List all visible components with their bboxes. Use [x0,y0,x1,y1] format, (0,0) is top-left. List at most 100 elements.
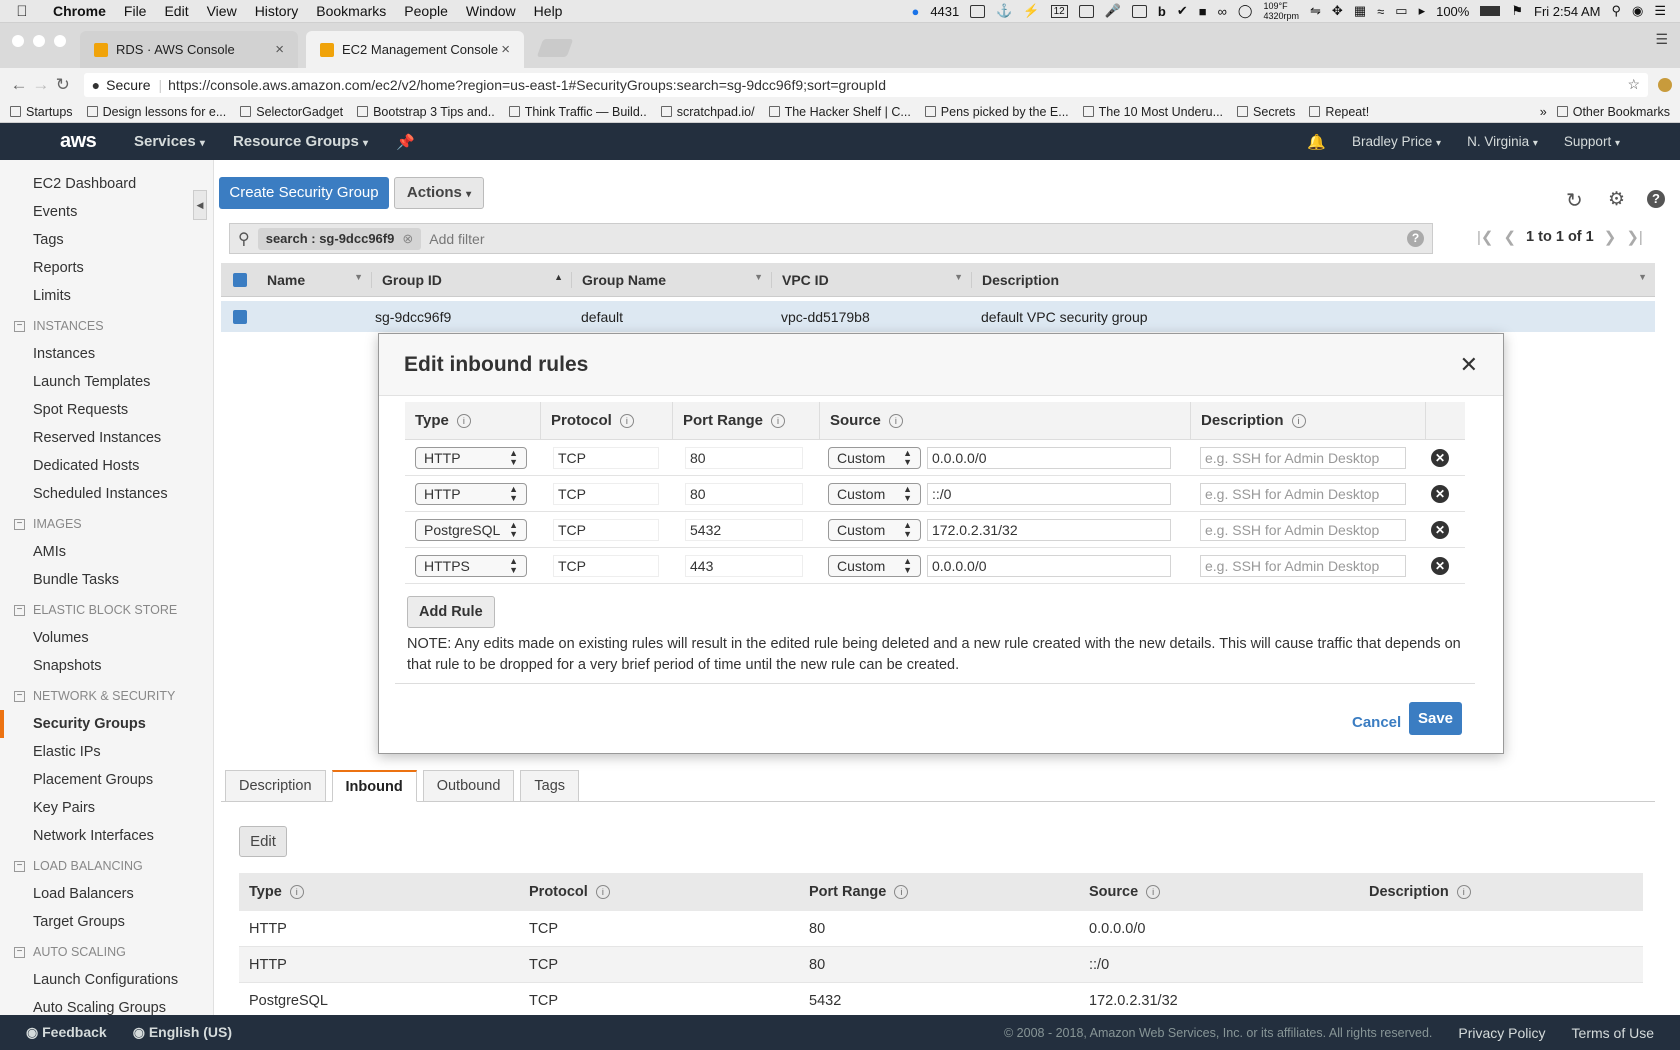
bookmark-star-icon[interactable]: ☆ [1628,76,1641,93]
sidebar-section-load-balancing[interactable]: − LOAD BALANCING [0,852,213,880]
source-mode-select[interactable]: Custom ▲ ▼ [828,482,921,505]
delete-rule-icon[interactable]: ✕ [1431,448,1449,467]
lock-icon[interactable]: ■ [1199,4,1207,19]
sort-icon[interactable]: ▼ [354,272,363,282]
support-menu[interactable]: Support ▾ [1564,134,1620,149]
sort-asc-icon[interactable]: ▲ [554,272,563,282]
help-icon[interactable]: ? [1647,190,1665,208]
sidebar-item-spot-requests[interactable]: Spot Requests [0,396,213,424]
sidebar-item-placement-groups[interactable]: Placement Groups [0,766,213,794]
back-icon[interactable]: ← [8,75,30,95]
collapse-sidebar-button[interactable]: ◀ [193,190,207,220]
collapse-section-icon[interactable]: − [14,320,25,332]
feedback-link[interactable]: ◉ Feedback [26,1024,107,1041]
memory-icon[interactable]: ▦ [1354,3,1366,19]
source-mode-select[interactable]: Custom ▲ ▼ [828,446,921,469]
sidebar-item-scheduled-instances[interactable]: Scheduled Instances [0,480,213,508]
maximize-window-button[interactable] [54,35,66,47]
info-icon[interactable]: i [888,413,903,428]
description-input[interactable]: e.g. SSH for Admin Desktop [1200,518,1406,541]
browser-tab-rds[interactable]: RDS · AWS Console × [80,31,298,68]
close-tab-icon[interactable]: × [501,41,510,58]
info-icon[interactable]: i [894,885,909,900]
notification-center-icon[interactable]: ☰ [1654,3,1666,19]
sidebar-item-launch-configurations[interactable]: Launch Configurations [0,966,213,994]
source-mode-select[interactable]: Custom ▲ ▼ [828,518,921,541]
refresh-icon[interactable]: ↻ [1566,188,1583,213]
calendar-icon[interactable]: 12 [1050,4,1068,18]
select-all-checkbox[interactable] [233,272,247,287]
info-icon[interactable]: i [619,413,634,428]
sidebar-section-ebs[interactable]: − ELASTIC BLOCK STORE [0,596,213,624]
battery-icon[interactable] [1480,6,1501,16]
bell-icon[interactable]: 🔔 [1307,133,1326,151]
monitor-icon[interactable] [1131,4,1147,18]
resource-groups-menu[interactable]: Resource Groups ▾ [219,133,382,150]
actions-button[interactable]: Actions ▾ [394,177,484,209]
bold-b-icon[interactable]: b [1158,4,1166,19]
profile-menu-icon[interactable]: ☰ [1655,31,1668,48]
sidebar-item-dedicated-hosts[interactable]: Dedicated Hosts [0,452,213,480]
collapse-section-icon[interactable]: − [14,860,25,872]
sidebar-section-images[interactable]: − IMAGES [0,510,213,538]
delete-rule-icon[interactable]: ✕ [1431,556,1449,575]
more-bookmarks-chevron-icon[interactable]: » [1540,105,1547,119]
bookmark-design-lessons[interactable]: Design lessons for e... [86,105,226,119]
info-icon[interactable]: i [595,885,610,900]
region-menu[interactable]: N. Virginia ▾ [1467,134,1538,149]
sidebar-item-volumes[interactable]: Volumes [0,624,213,652]
close-window-button[interactable] [12,35,24,47]
sidebar-item-reports[interactable]: Reports [0,254,213,282]
flag-icon[interactable]: ⚑ [1511,3,1523,19]
tab-description[interactable]: Description [225,770,326,802]
cancel-button[interactable]: Cancel [1352,714,1401,731]
col-vpc-id[interactable]: VPC ID ▼ [771,271,971,288]
info-icon[interactable]: i [289,885,304,900]
sidebar-section-instances[interactable]: − INSTANCES [0,312,213,340]
siri-icon[interactable]: ◉ [1632,3,1643,19]
first-page-icon[interactable]: |❮ [1477,228,1493,246]
circle-icon[interactable]: ◯ [1238,3,1253,19]
prev-page-icon[interactable]: ❮ [1503,228,1516,246]
remove-filter-icon[interactable]: ⊗ [402,231,413,247]
app-icon[interactable] [1078,4,1094,18]
info-icon[interactable]: i [771,413,786,428]
terms-of-use-link[interactable]: Terms of Use [1572,1025,1654,1041]
info-icon[interactable]: i [1291,413,1306,428]
port-range-input[interactable]: 80 [685,446,803,469]
edit-button[interactable]: Edit [239,826,287,857]
sidebar-item-target-groups[interactable]: Target Groups [0,908,213,936]
collapse-section-icon[interactable]: − [14,518,25,530]
source-cidr-input[interactable]: 0.0.0.0/0 [927,554,1171,577]
type-select[interactable]: HTTPS ▲ ▼ [415,554,527,577]
clock[interactable]: Fri 2:54 AM [1534,4,1600,19]
menu-view[interactable]: View [198,3,246,19]
col-group-name[interactable]: Group Name ▼ [571,271,771,288]
bookmark-10-most[interactable]: The 10 Most Underu... [1082,105,1223,119]
bookmark-startups[interactable]: Startups [10,105,73,119]
spotlight-search-icon[interactable]: ⚲ [1611,3,1621,19]
menu-app[interactable]: Chrome [44,3,115,19]
menu-file[interactable]: File [115,3,156,19]
source-cidr-input[interactable]: 0.0.0.0/0 [927,446,1171,469]
mail-icon[interactable]: ● [911,4,919,19]
tab-tags[interactable]: Tags [520,770,580,802]
save-button[interactable]: Save [1409,702,1462,735]
description-input[interactable]: e.g. SSH for Admin Desktop [1200,554,1406,577]
menu-help[interactable]: Help [525,3,572,19]
sidebar-item-reserved-instances[interactable]: Reserved Instances [0,424,213,452]
privacy-policy-link[interactable]: Privacy Policy [1458,1025,1545,1041]
sidebar-item-amis[interactable]: AMIs [0,538,213,566]
create-security-group-button[interactable]: Create Security Group [219,177,389,209]
bookmark-hacker-shelf[interactable]: The Hacker Shelf | C... [768,105,911,119]
bookmark-pens[interactable]: Pens picked by the E... [924,105,1069,119]
sort-icon[interactable]: ▼ [754,272,763,282]
col-group-id[interactable]: Group ID ▲ [371,271,571,288]
services-menu[interactable]: Services ▾ [120,133,219,150]
info-icon[interactable]: i [456,413,471,428]
info-icon[interactable]: i [1146,885,1161,900]
screen-icon[interactable] [970,4,986,18]
source-cidr-input[interactable]: ::/0 [927,482,1171,505]
sidebar-item-launch-templates[interactable]: Launch Templates [0,368,213,396]
glasses-icon[interactable]: ∞ [1218,4,1227,19]
